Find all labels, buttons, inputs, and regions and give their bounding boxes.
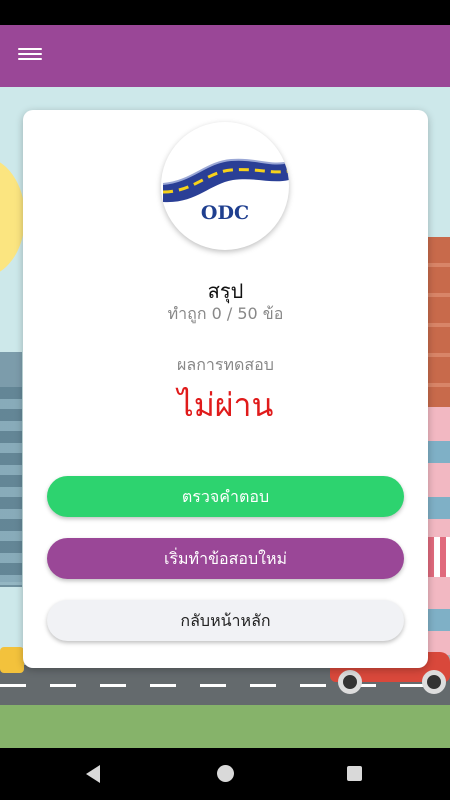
app-bar xyxy=(0,25,450,87)
back-to-home-button[interactable]: กลับหน้าหลัก xyxy=(47,600,404,641)
score-text: ทำถูก 0 / 50 ข้อ xyxy=(167,304,284,323)
grass xyxy=(0,705,450,748)
recent-apps-square-icon[interactable] xyxy=(347,766,362,781)
logo-text: ODC xyxy=(200,202,250,224)
system-nav-bar xyxy=(0,748,450,800)
status-bar xyxy=(0,0,450,25)
building-left-windows xyxy=(0,387,22,587)
result-card: ODC สรุป ทำถูก 0 / 50 ข้อ ผลการทดสอบ ไม่… xyxy=(23,110,428,668)
odc-logo: ODC xyxy=(161,122,289,250)
restart-exam-button[interactable]: เริ่มทำข้อสอบใหม่ xyxy=(47,538,404,579)
result-value: ไม่ผ่าน xyxy=(177,386,274,424)
sun-illustration xyxy=(0,157,25,277)
home-circle-icon[interactable] xyxy=(217,765,234,782)
back-triangle-icon[interactable] xyxy=(86,765,100,783)
road-logo-icon xyxy=(162,158,289,203)
shop-awning xyxy=(428,537,450,577)
yellow-car-illustration xyxy=(0,647,24,673)
check-answers-button[interactable]: ตรวจคำตอบ xyxy=(47,476,404,517)
hamburger-menu-icon[interactable] xyxy=(18,45,42,67)
result-label: ผลการทดสอบ xyxy=(177,355,274,374)
road-lane-markings xyxy=(0,684,450,687)
